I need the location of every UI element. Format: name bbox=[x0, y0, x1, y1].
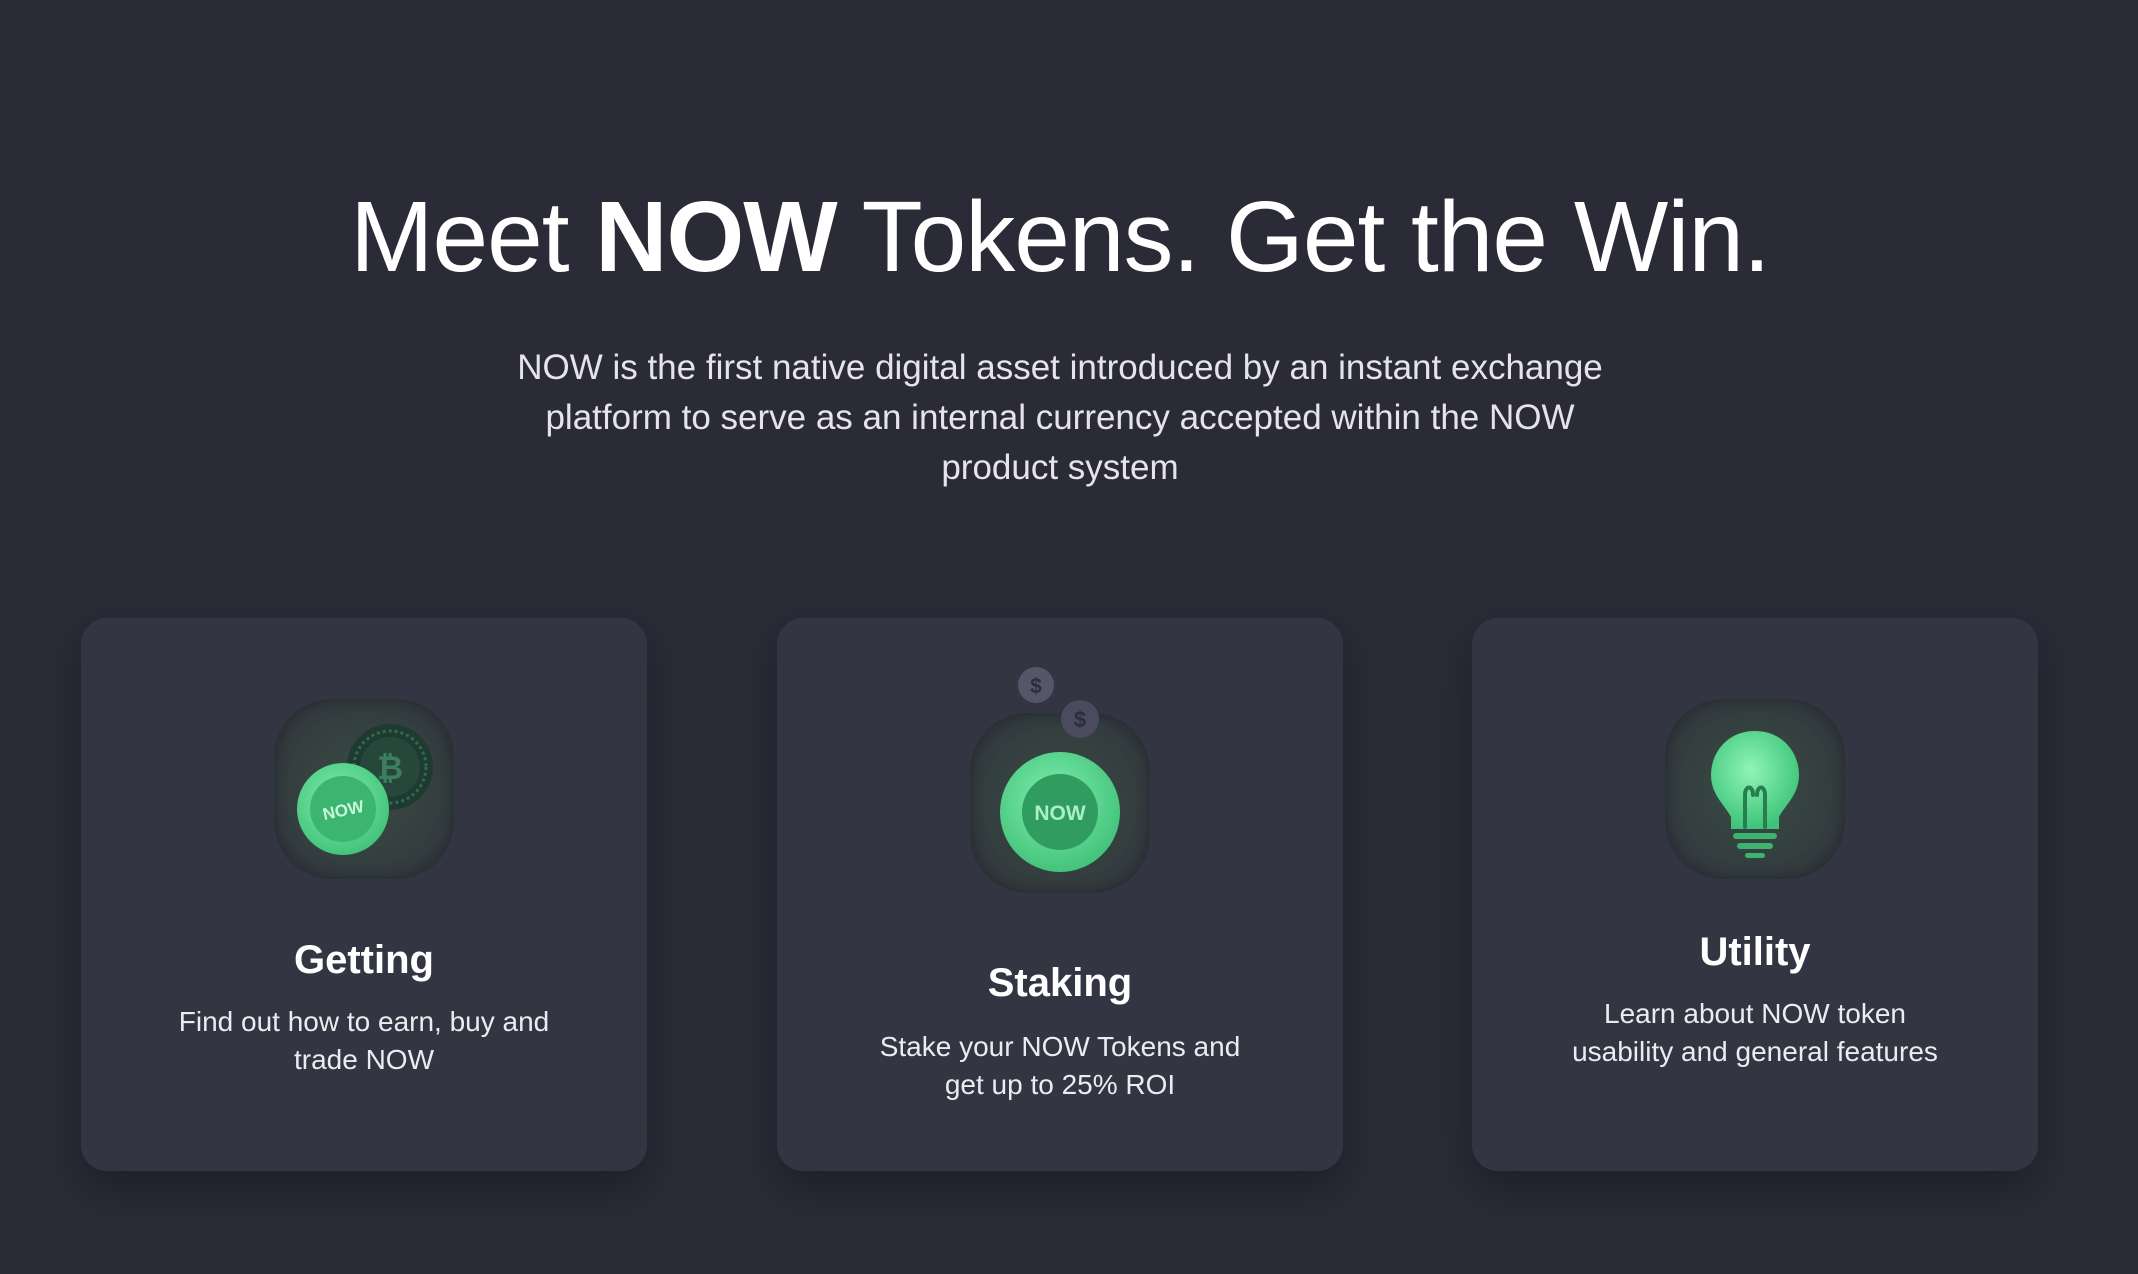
staking-coin-icon: $ $ NOW bbox=[970, 667, 1150, 893]
svg-text:₿: ₿ bbox=[377, 750, 403, 786]
svg-text:$: $ bbox=[1030, 675, 1042, 698]
card-staking[interactable]: $ $ NOW Staking Stake your NOW Tokens an… bbox=[777, 618, 1343, 1171]
card-utility[interactable]: Utility Learn about NOW token usability … bbox=[1472, 618, 2038, 1171]
title-brand: NOW bbox=[595, 181, 837, 293]
coin-label: NOW bbox=[1034, 802, 1086, 825]
lightbulb-icon bbox=[1665, 699, 1845, 879]
card-title: Utility bbox=[1699, 930, 1811, 974]
svg-text:$: $ bbox=[1074, 707, 1086, 732]
card-description: Learn about NOW token usability and gene… bbox=[1572, 998, 1938, 1067]
title-prefix: Meet bbox=[350, 181, 596, 293]
page-subtitle: NOW is the first native digital asset in… bbox=[517, 348, 1603, 487]
card-getting[interactable]: ₿ NOW Getting Find out how to earn, buy … bbox=[81, 618, 647, 1171]
title-suffix: Tokens. Get the Win. bbox=[836, 181, 1771, 293]
card-title: Staking bbox=[987, 961, 1133, 1005]
card-description: Stake your NOW Tokens and get up to 25% … bbox=[879, 1031, 1241, 1100]
card-title: Getting bbox=[294, 938, 434, 982]
page-title: Meet NOW Tokens. Get the Win. bbox=[0, 180, 2120, 295]
coins-icon: ₿ NOW bbox=[274, 699, 454, 879]
card-description: Find out how to earn, buy and trade NOW bbox=[178, 1006, 550, 1075]
